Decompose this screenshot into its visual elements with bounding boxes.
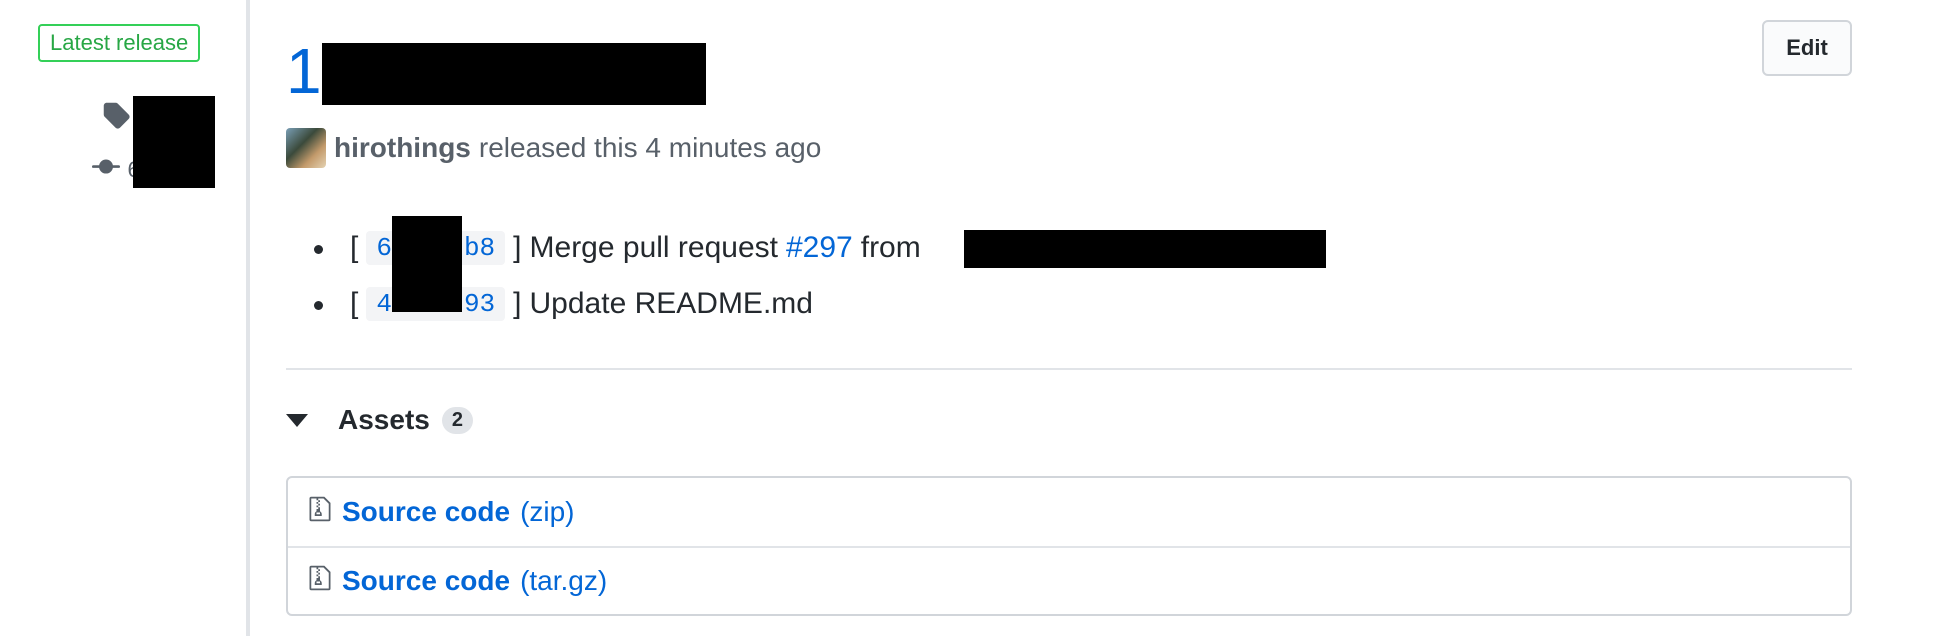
- divider: [286, 368, 1852, 370]
- assets-toggle[interactable]: Assets 2: [286, 404, 473, 436]
- redacted-block: [964, 230, 1326, 268]
- asset-type[interactable]: (tar.gz): [520, 565, 607, 597]
- asset-list: Source code (zip) Source code (tar.gz): [286, 476, 1852, 616]
- commit-sha-start: 4: [376, 289, 392, 319]
- pull-request-link[interactable]: #297: [786, 231, 853, 265]
- release-time: released this 4 minutes ago: [478, 132, 822, 163]
- latest-release-badge: Latest release: [38, 24, 201, 62]
- commit-message: Merge pull request: [529, 231, 778, 264]
- triangle-down-icon: [286, 413, 308, 427]
- bracket-close: ]: [513, 231, 522, 264]
- edit-button[interactable]: Edit: [1762, 20, 1852, 76]
- release-title[interactable]: 1: [286, 32, 322, 110]
- asset-row[interactable]: Source code (zip): [288, 478, 1850, 546]
- release-byline: hirothings released this 4 minutes ago: [286, 128, 821, 168]
- asset-name[interactable]: Source code: [342, 496, 510, 528]
- file-zip-icon: [308, 564, 332, 599]
- bracket-open: [: [350, 287, 359, 320]
- redacted-block: [322, 43, 706, 105]
- tag-icon: [102, 101, 130, 135]
- author-link[interactable]: hirothings: [334, 132, 471, 164]
- asset-row[interactable]: Source code (tar.gz): [288, 546, 1850, 614]
- redacted-block: [133, 96, 215, 188]
- release-sidebar: Latest release 1 6 8: [0, 0, 250, 636]
- avatar[interactable]: [286, 128, 326, 168]
- git-commit-icon: [91, 153, 120, 187]
- bracket-close: ]: [513, 287, 522, 320]
- file-zip-icon: [308, 495, 332, 530]
- bracket-open: [: [350, 231, 359, 264]
- assets-label: Assets: [338, 404, 430, 435]
- release-main: 1 Edit hirothings released this 4 minute…: [286, 0, 1852, 636]
- commit-message: Update README.md: [529, 287, 813, 320]
- commit-sha-end: 93: [463, 289, 496, 319]
- asset-name[interactable]: Source code: [342, 565, 510, 597]
- commit-sha-end: b8: [463, 233, 496, 263]
- release-title-text: 1: [286, 35, 322, 107]
- assets-count: 2: [441, 406, 473, 434]
- commit-sha-start: 6: [376, 233, 392, 263]
- from-text: from: [860, 231, 921, 264]
- asset-type[interactable]: (zip): [520, 496, 574, 528]
- redacted-block: [392, 216, 462, 312]
